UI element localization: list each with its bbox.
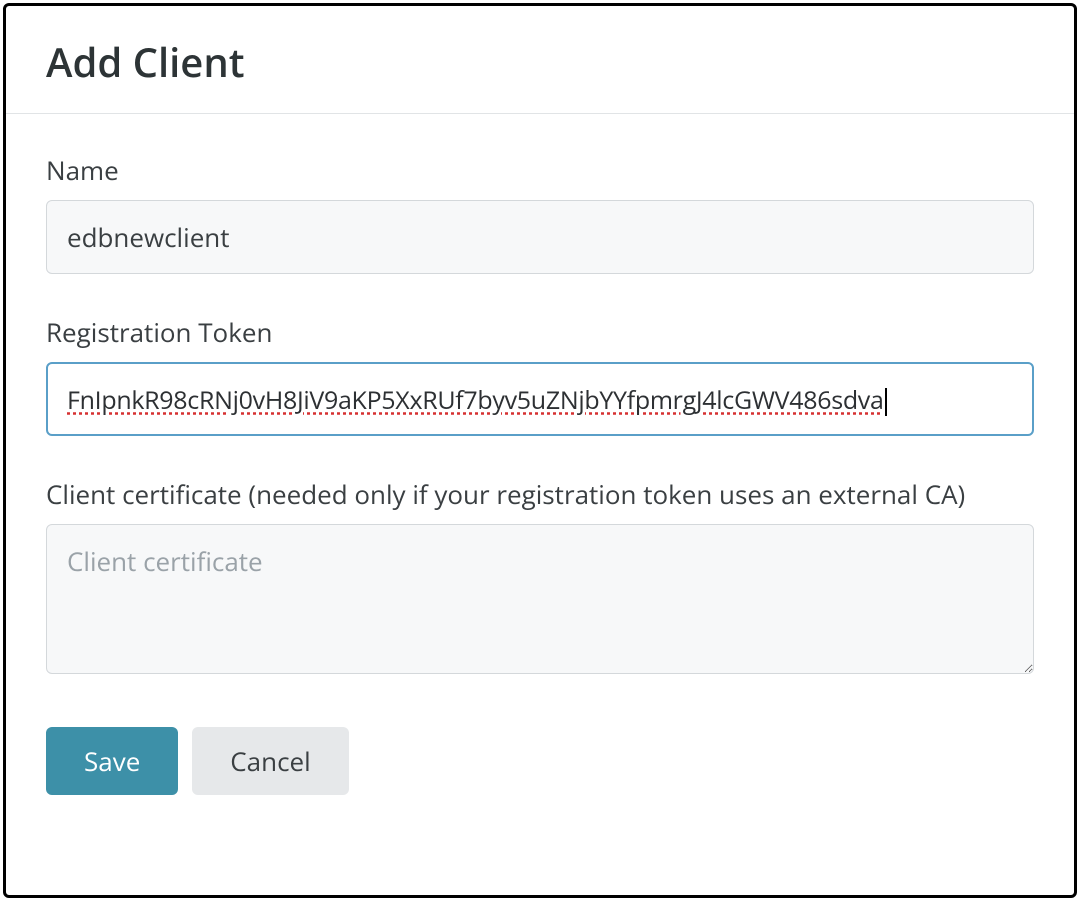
- add-client-dialog: Add Client Name Registration Token FnIpn…: [3, 3, 1077, 898]
- registration-token-label: Registration Token: [46, 314, 1034, 350]
- button-row: Save Cancel: [46, 727, 1034, 795]
- client-certificate-group: Client certificate (needed only if your …: [46, 476, 1034, 679]
- client-certificate-input[interactable]: [46, 524, 1034, 674]
- registration-token-value: FnIpnkR98cRNj0vH8JiV9aKP5XxRUf7byv5uZNjb…: [67, 383, 884, 417]
- name-label: Name: [46, 152, 1034, 188]
- cancel-button[interactable]: Cancel: [192, 727, 348, 795]
- save-button[interactable]: Save: [46, 727, 178, 795]
- name-input[interactable]: [46, 200, 1034, 274]
- dialog-header: Add Client: [6, 6, 1074, 114]
- name-group: Name: [46, 152, 1034, 274]
- dialog-body: Name Registration Token FnIpnkR98cRNj0vH…: [6, 114, 1074, 835]
- client-certificate-label: Client certificate (needed only if your …: [46, 476, 1034, 512]
- dialog-title: Add Client: [46, 34, 1034, 89]
- registration-token-input[interactable]: FnIpnkR98cRNj0vH8JiV9aKP5XxRUf7byv5uZNjb…: [46, 362, 1034, 436]
- text-cursor-icon: [885, 388, 887, 416]
- registration-token-group: Registration Token FnIpnkR98cRNj0vH8JiV9…: [46, 314, 1034, 436]
